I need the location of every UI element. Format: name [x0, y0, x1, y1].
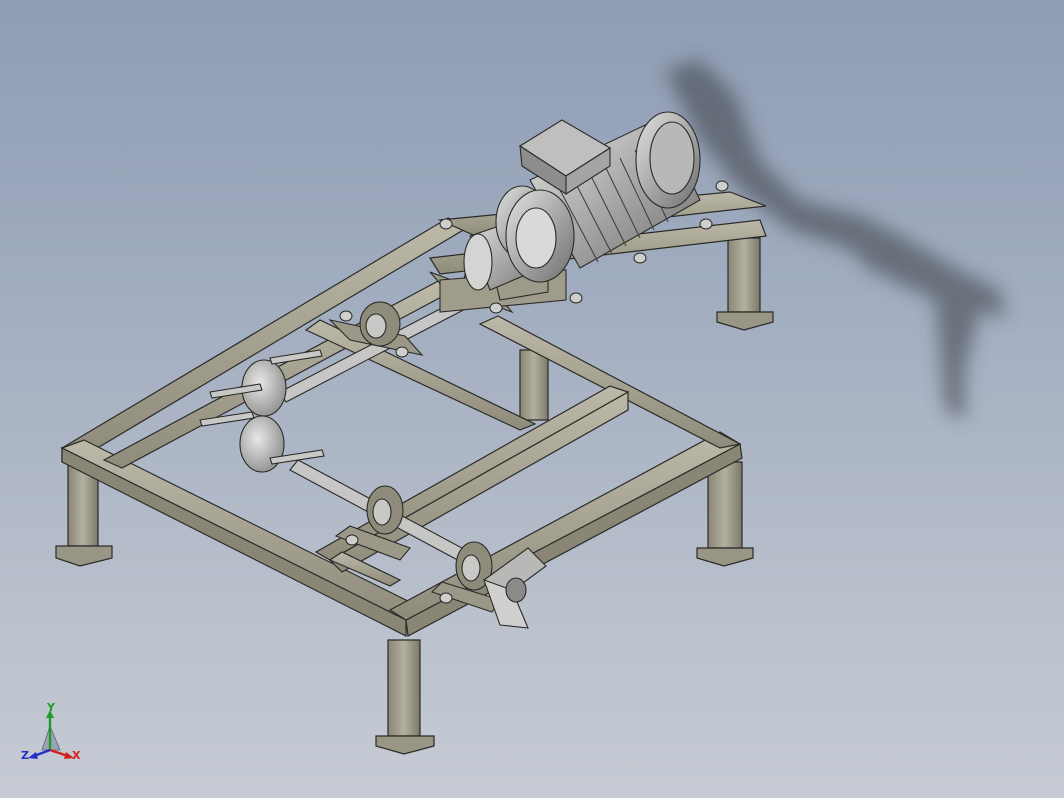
electric-motor	[505, 111, 701, 283]
assembly-model[interactable]	[0, 0, 1064, 798]
view-triad[interactable]: Y X Z	[20, 701, 82, 766]
frame-bars	[60, 191, 767, 637]
triad-y-label: Y	[47, 701, 55, 714]
cad-viewport[interactable]: Y X Z	[0, 0, 1064, 798]
triad-z-label: Z	[21, 749, 29, 762]
triad-x-label: X	[72, 749, 81, 762]
